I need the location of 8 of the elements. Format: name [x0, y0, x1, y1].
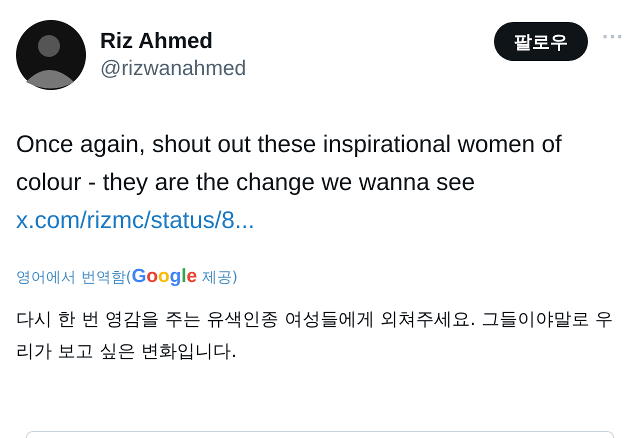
- avatar[interactable]: [16, 20, 86, 90]
- follow-button[interactable]: 팔로우: [494, 22, 588, 61]
- translation-credit[interactable]: 영어에서 번역함(Google 제공): [16, 266, 238, 288]
- tweet-link[interactable]: x.com/rizmc/status/8...: [16, 202, 255, 240]
- tweet-text: Once again, shout out these inspirational women of colour - they are the change we wanna see: [16, 130, 563, 198]
- translated-text: 다시 한 번 영감을 주는 유색인종 여성들에게 외쳐주세요. 그들이야말로 우리가 보고 싶은 변화입니다.: [16, 308, 614, 364]
- author-name: Riz Ahmed: [100, 27, 214, 55]
- author-handle: @rizwanahmed: [100, 56, 246, 82]
